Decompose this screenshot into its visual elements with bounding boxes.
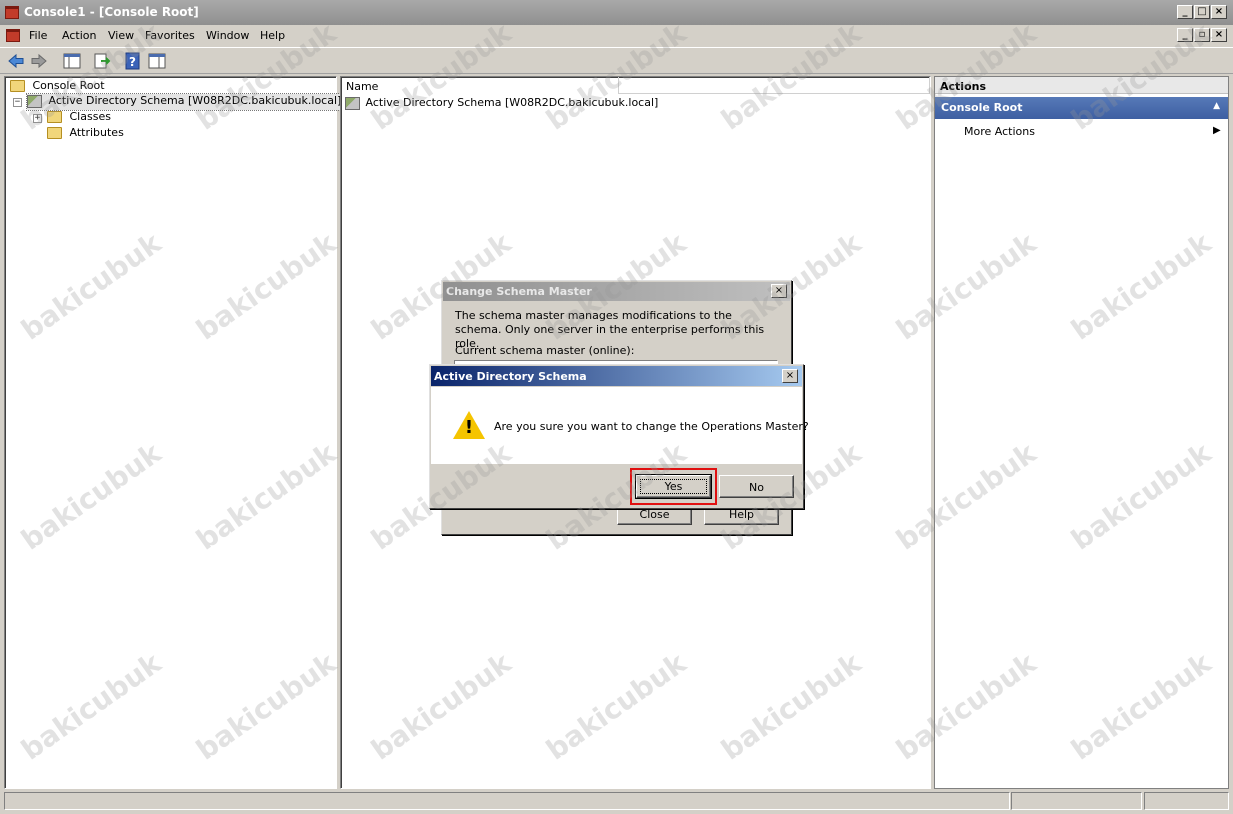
show-action-pane-icon[interactable] [147, 51, 167, 71]
tree-item-console-root[interactable]: Console Root [10, 79, 105, 95]
actions-section-console-root[interactable]: Console Root ▲ [935, 97, 1228, 119]
dialog-close-icon[interactable]: × [771, 284, 787, 298]
expand-toggle[interactable]: + [33, 114, 42, 123]
tree-item-attributes[interactable]: Attributes [47, 126, 124, 142]
maximize-button[interactable]: □ [1194, 5, 1210, 19]
confirm-close-icon[interactable]: × [782, 369, 798, 383]
folder-icon [47, 111, 62, 123]
confirm-message-area: ! Are you sure you want to change the Op… [431, 387, 809, 464]
dialog-title-bar[interactable]: Change Schema Master [443, 282, 790, 301]
close-button[interactable]: × [1211, 5, 1227, 19]
status-bar-main [4, 792, 1010, 810]
confirm-message: Are you sure you want to change the Oper… [494, 420, 809, 433]
column-header-name[interactable]: Name [341, 77, 619, 94]
current-schema-master-label: Current schema master (online): [455, 344, 635, 357]
confirm-dialog-title-bar[interactable]: Active Directory Schema [431, 366, 802, 386]
no-button[interactable]: No [719, 475, 794, 498]
svg-text:?: ? [129, 55, 136, 69]
menu-file[interactable]: File [29, 29, 47, 42]
menu-view[interactable]: View [108, 29, 134, 42]
window-title: Console1 - [Console Root] [24, 5, 199, 19]
yes-button[interactable]: Yes [635, 474, 712, 499]
tree-pane[interactable]: Console Root − Active Directory Schema [… [4, 76, 346, 789]
schema-icon [27, 94, 42, 108]
child-restore-button[interactable]: ▫ [1194, 28, 1210, 42]
list-item[interactable]: Active Directory Schema [W08R2DC.bakicub… [345, 96, 658, 112]
document-icon[interactable] [6, 29, 20, 42]
console-app-icon [5, 6, 19, 19]
tree-item-classes[interactable]: Classes [47, 110, 111, 126]
show-hide-tree-icon[interactable] [62, 51, 82, 71]
confirm-dialog: Active Directory Schema × ! Are you sure… [429, 364, 809, 509]
warning-icon: ! [453, 411, 485, 439]
status-bar-cell-3 [1144, 792, 1229, 810]
toolbar: ? [0, 47, 1233, 74]
action-more-actions[interactable]: More Actions [964, 125, 1035, 138]
tree-item-ad-schema[interactable]: Active Directory Schema [W08R2DC.bakicub… [25, 93, 346, 111]
folder-icon [10, 80, 25, 92]
menu-window[interactable]: Window [206, 29, 249, 42]
status-bar-cell-2 [1011, 792, 1142, 810]
actions-header: Actions [935, 77, 1228, 94]
back-arrow-icon[interactable] [6, 51, 26, 71]
forward-arrow-icon[interactable] [29, 51, 49, 71]
schema-icon [345, 96, 360, 110]
minimize-button[interactable]: _ [1177, 5, 1193, 19]
window-title-bar[interactable]: Console1 - [Console Root] _ □ × [0, 0, 1233, 25]
actions-pane: Actions Console Root ▲ More Actions ▶ [934, 76, 1229, 789]
menu-action[interactable]: Action [62, 29, 96, 42]
collapse-section-icon[interactable]: ▲ [1213, 101, 1220, 111]
export-list-icon[interactable] [92, 51, 112, 71]
menu-bar: File Action View Favorites Window Help _… [0, 25, 1233, 47]
menu-help[interactable]: Help [260, 29, 285, 42]
help-icon[interactable]: ? [123, 51, 143, 71]
folder-icon [47, 127, 62, 139]
menu-favorites[interactable]: Favorites [145, 29, 195, 42]
child-minimize-button[interactable]: _ [1177, 28, 1193, 42]
submenu-arrow-icon: ▶ [1213, 125, 1221, 136]
child-close-button[interactable]: × [1211, 28, 1227, 42]
collapse-toggle[interactable]: − [13, 98, 22, 107]
column-header-empty[interactable] [619, 77, 930, 94]
